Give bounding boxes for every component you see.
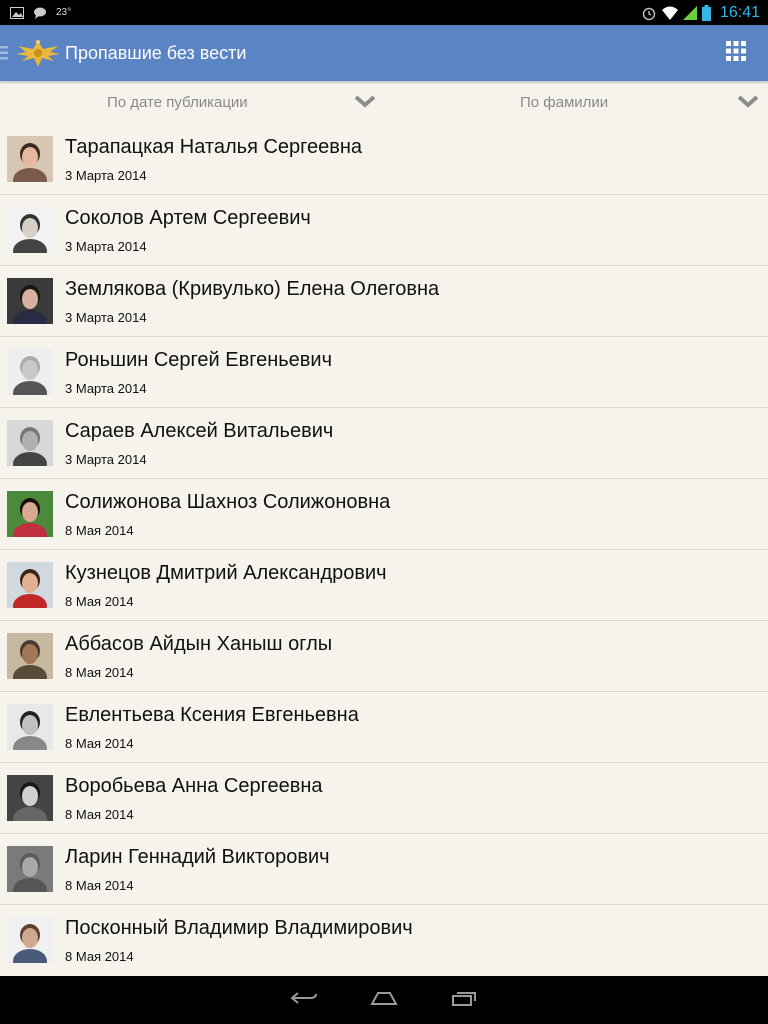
publication-date: 8 Мая 2014 [65,736,134,751]
home-button[interactable] [364,988,404,1012]
list-item[interactable]: Воробьева Анна Сергеевна 8 Мая 2014 [0,763,768,834]
grid-menu-button[interactable] [718,35,754,71]
person-name: Евлентьева Ксения Евгеньевна [65,704,359,726]
person-name: Воробьева Анна Сергеевна [65,775,323,797]
publication-date: 8 Мая 2014 [65,807,134,822]
publication-date: 3 Марта 2014 [65,168,147,183]
person-photo [7,207,53,253]
publication-date: 3 Марта 2014 [65,310,147,325]
back-button[interactable] [284,988,324,1012]
person-name: Соколов Артем Сергеевич [65,207,311,229]
person-photo [7,349,53,395]
person-photo [7,846,53,892]
drawer-indicator-icon[interactable] [0,46,8,65]
person-name: Роньшин Сергей Евгеньевич [65,349,333,371]
person-photo [7,136,53,182]
chat-icon [33,7,47,19]
list-item[interactable]: Землякова (Кривулько) Елена Олеговна 3 Ма… [0,266,768,337]
publication-date: 8 Мая 2014 [65,665,134,680]
wifi-icon [661,6,678,20]
list-item[interactable]: Ларин Геннадий Викторович 8 Мая 2014 [0,834,768,905]
recent-apps-button[interactable] [444,988,484,1012]
sort-by-surname-label: По фамилии [520,94,609,111]
publication-date: 3 Марта 2014 [65,239,147,254]
person-photo [7,704,53,750]
person-photo [7,775,53,821]
sort-by-date-dropdown[interactable]: По дате публикации [0,81,384,125]
publication-date: 8 Мая 2014 [65,523,134,538]
back-icon [290,990,318,1011]
home-icon [370,990,398,1011]
action-bar: Пропавшие без вести [0,25,768,81]
person-photo [7,633,53,679]
publication-date: 3 Марта 2014 [65,452,147,467]
list-item[interactable]: Посконный Владимир Владимирович 8 Мая 201… [0,905,768,975]
page-title: Пропавшие без вести [65,43,247,63]
publication-date: 8 Мая 2014 [65,949,134,964]
person-photo [7,420,53,466]
status-bar: 23° 16:41 [0,0,768,25]
clock: 16:41 [719,3,760,21]
sort-by-surname-dropdown[interactable]: По фамилии [384,81,768,125]
person-name: Ларин Геннадий Викторович [65,846,330,868]
recent-apps-icon [451,990,477,1011]
battery-icon [701,4,711,21]
list-item[interactable]: Тарапацкая Наталья Сергеевна 3 Марта 2014 [0,124,768,195]
person-name: Землякова (Кривулько) Елена Олеговна [65,278,440,300]
publication-date: 8 Мая 2014 [65,594,134,609]
person-name: Солижонова Шахноз Солижоновна [65,491,391,513]
list-item[interactable]: Роньшин Сергей Евгеньевич 3 Марта 2014 [0,337,768,408]
missing-persons-list: Тарапацкая Наталья Сергеевна 3 Марта 2014… [0,124,768,975]
eagle-emblem-icon[interactable] [16,37,60,74]
alarm-icon [641,5,657,21]
person-name: Сараев Алексей Витальевич [65,420,334,442]
person-name: Посконный Владимир Владимирович [65,917,413,939]
sort-by-date-label: По дате публикации [107,94,248,111]
person-name: Кузнецов Дмитрий Александрович [65,562,387,584]
list-item[interactable]: Солижонова Шахноз Солижоновна 8 Мая 2014 [0,479,768,550]
publication-date: 3 Марта 2014 [65,381,147,396]
list-item[interactable]: Соколов Артем Сергеевич 3 Марта 2014 [0,195,768,266]
person-photo [7,917,53,963]
person-photo [7,278,53,324]
list-item[interactable]: Евлентьева Ксения Евгеньевна 8 Мая 2014 [0,692,768,763]
person-name: Аббасов Айдын Ханыш оглы [65,633,333,655]
temperature: 23° [56,7,72,18]
navigation-bar [0,976,768,1024]
list-item[interactable]: Сараев Алексей Витальевич 3 Марта 2014 [0,408,768,479]
image-icon [10,6,24,19]
chevron-down-icon [737,95,759,113]
person-photo [7,562,53,608]
publication-date: 8 Мая 2014 [65,878,134,893]
grid-menu-icon [726,40,746,66]
signal-icon [682,5,697,20]
person-name: Тарапацкая Наталья Сергеевна [65,136,363,158]
list-item[interactable]: Аббасов Айдын Ханыш оглы 8 Мая 2014 [0,621,768,692]
list-item[interactable]: Кузнецов Дмитрий Александрович 8 Мая 2014 [0,550,768,621]
chevron-down-icon [354,95,376,113]
person-photo [7,491,53,537]
sort-filter-bar: По дате публикации По фамилии [0,81,768,125]
